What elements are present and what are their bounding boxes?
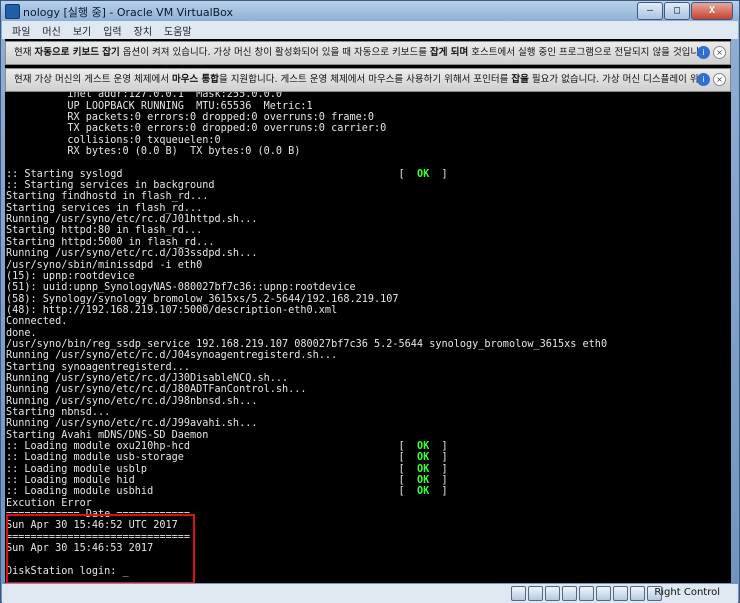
network-icon[interactable] [613,586,628,601]
mouse-integration-notice: 현재 가상 머신의 게스트 운영 체제에서 마우스 통합을 지원합니다. 게스트… [5,68,731,92]
console-line: :: Loading module usbhid [ OK ] [6,486,448,498]
console-line: Starting synoagentregisterd... [6,361,191,373]
virtualbox-app-icon [5,4,20,19]
notice-emphasis: 자동으로 키보드 잡기 [34,47,120,58]
window-controls: – □ X [637,2,733,20]
notice-emphasis: 잡게 되며 [429,47,469,58]
highlight-box [6,514,195,583]
console-line: Running /usr/syno/etc/rc.d/J80ADTFanCont… [6,384,307,396]
ok-status: OK [416,452,430,464]
menu-help[interactable]: 도움말 [164,23,192,38]
console-line: Excution Error [6,497,92,509]
console-line: UP LOOPBACK RUNNING MTU:65536 Metric:1 [6,100,313,112]
notice-segment: 옵션이 켜져 있습니다. 가상 머신 창이 활성화되어 있을 때 자동으로 키보… [119,47,430,58]
host-key-label: Right Control [654,587,720,598]
console-line: Running /usr/syno/etc/rc.d/J04synoagentr… [6,350,338,362]
console-line: (58): Synology/synology_bromolow_3615xs/… [6,293,399,305]
menu-file[interactable]: 파일 [12,23,30,38]
console-line: (51): uuid:upnp_SynologyNAS-080027bf7c36… [6,282,356,294]
notice-emphasis: 마우스 통합 [171,74,219,85]
close-notice-icon[interactable]: × [713,46,726,59]
usb-icon[interactable] [545,586,560,601]
notice-segment: 현재 [14,47,35,58]
optical-drive-icon[interactable] [528,586,543,601]
console-line: /usr/syno/bin/reg_ssdp_service 192.168.2… [6,338,608,350]
console-line: :: Loading module hid [ OK ] [6,475,448,487]
notice-segment: 현재 가상 머신의 게스트 운영 체제에서 [14,74,172,85]
recording-icon[interactable] [596,586,611,601]
console-line: :: Loading module oxu210hp-hcd [ OK ] [6,441,448,452]
console-line: :: Loading module usb-storage [ OK ] [6,452,448,464]
console-line: TX packets:0 errors:0 dropped:0 overruns… [6,123,387,135]
ok-status: OK [416,168,430,180]
console-line: Starting services in flash_rd... [6,202,203,214]
console-line: Running /usr/syno/etc/rc.d/J01httpd.sh..… [6,214,258,226]
status-icons [511,586,662,601]
ok-status: OK [416,463,430,475]
console-line: Starting httpd:80 in flash_rd... [6,225,203,237]
hard-disk-icon[interactable] [511,586,526,601]
ok-status: OK [416,441,430,452]
console-line: Running /usr/syno/etc/rc.d/J98nbnsd.sh..… [6,395,258,407]
capture-icon[interactable] [630,586,645,601]
title-bar[interactable]: nology [실행 중] - Oracle VM VirtualBox – □… [1,1,739,21]
console-line: :: Loading module usblp [ OK ] [6,463,448,475]
console-line: Starting nbnsd... [6,406,111,418]
console-line: /usr/syno/sbin/minissdpd -i eth0 [6,259,203,271]
console-line: :: Starting services in background [6,180,215,192]
notice-text: 현재 자동으로 키보드 잡기 옵션이 켜져 있습니다. 가상 머신 창이 활성화… [14,47,708,58]
notice-emphasis: 잡을 [511,74,529,85]
notice-segment: 을 지원합니다. 게스트 운영 체제에서 마우스를 사용하기 위해서 포인터를 [218,74,512,85]
info-icon[interactable]: i [697,73,710,86]
console-line: done. [6,327,37,339]
minimize-button[interactable]: – [637,2,663,20]
menu-input[interactable]: 입력 [103,23,121,38]
console-line: Running /usr/syno/etc/rc.d/J99avahi.sh..… [6,418,258,430]
maximize-button[interactable]: □ [664,2,690,20]
ok-status: OK [416,486,430,498]
menu-machine[interactable]: 머신 [42,23,60,38]
notice-segment: 필요가 없습니다. 가상 머신 디스플레이 위에 [528,74,708,85]
notice-icons: i × [697,73,726,86]
console-line: Connected. [6,316,68,328]
menu-bar: 파일 머신 보기 입력 장치 도움말 [2,21,738,39]
vm-display[interactable]: XPEnoboot lo Link encap:Local Loopback i… [5,39,731,583]
shared-folder-icon[interactable] [562,586,577,601]
info-icon[interactable]: i [697,46,710,59]
console-line: RX packets:0 errors:0 dropped:0 overruns… [6,112,375,124]
console-line: (48): http://192.168.219.107:5000/descri… [6,304,338,316]
close-button[interactable]: X [691,2,733,20]
window-title: nology [실행 중] - Oracle VM VirtualBox [23,6,234,19]
keyboard-capture-notice: 현재 자동으로 키보드 잡기 옵션이 켜져 있습니다. 가상 머신 창이 활성화… [5,41,731,65]
console-line: Running /usr/syno/etc/rc.d/J30DisableNCQ… [6,372,289,384]
notice-icons: i × [697,46,726,59]
console-line: Starting httpd:5000 in flash_rd... [6,236,215,248]
ok-status: OK [416,475,430,487]
console-line: collisions:0 txqueuelen:0 [6,134,221,146]
virtualbox-window: nology [실행 중] - Oracle VM VirtualBox – □… [0,0,740,603]
console-line: RX bytes:0 (0.0 B) TX bytes:0 (0.0 B) [6,146,301,158]
notice-text: 현재 가상 머신의 게스트 운영 체제에서 마우스 통합을 지원합니다. 게스트… [14,74,707,85]
notice-segment: 호스트에서 실행 중인 프로그램으로 전달되지 않을 것입니다 [468,47,708,58]
status-bar: Right Control [2,584,738,603]
menu-view[interactable]: 보기 [73,23,91,38]
console-output: lo Link encap:Local Loopback inet addr:1… [6,78,607,577]
console-line: :: Starting syslogd [ OK ] [6,168,448,180]
display-icon[interactable] [579,586,594,601]
menu-devices[interactable]: 장치 [134,23,152,38]
close-notice-icon[interactable]: × [713,73,726,86]
console-line: Starting Avahi mDNS/DNS-SD Daemon [6,429,209,441]
console-line: Running /usr/syno/etc/rc.d/J03ssdpd.sh..… [6,248,258,260]
console-line: (15): upnp:rootdevice [6,270,135,282]
console-line: Starting findhostd in flash_rd... [6,191,209,203]
